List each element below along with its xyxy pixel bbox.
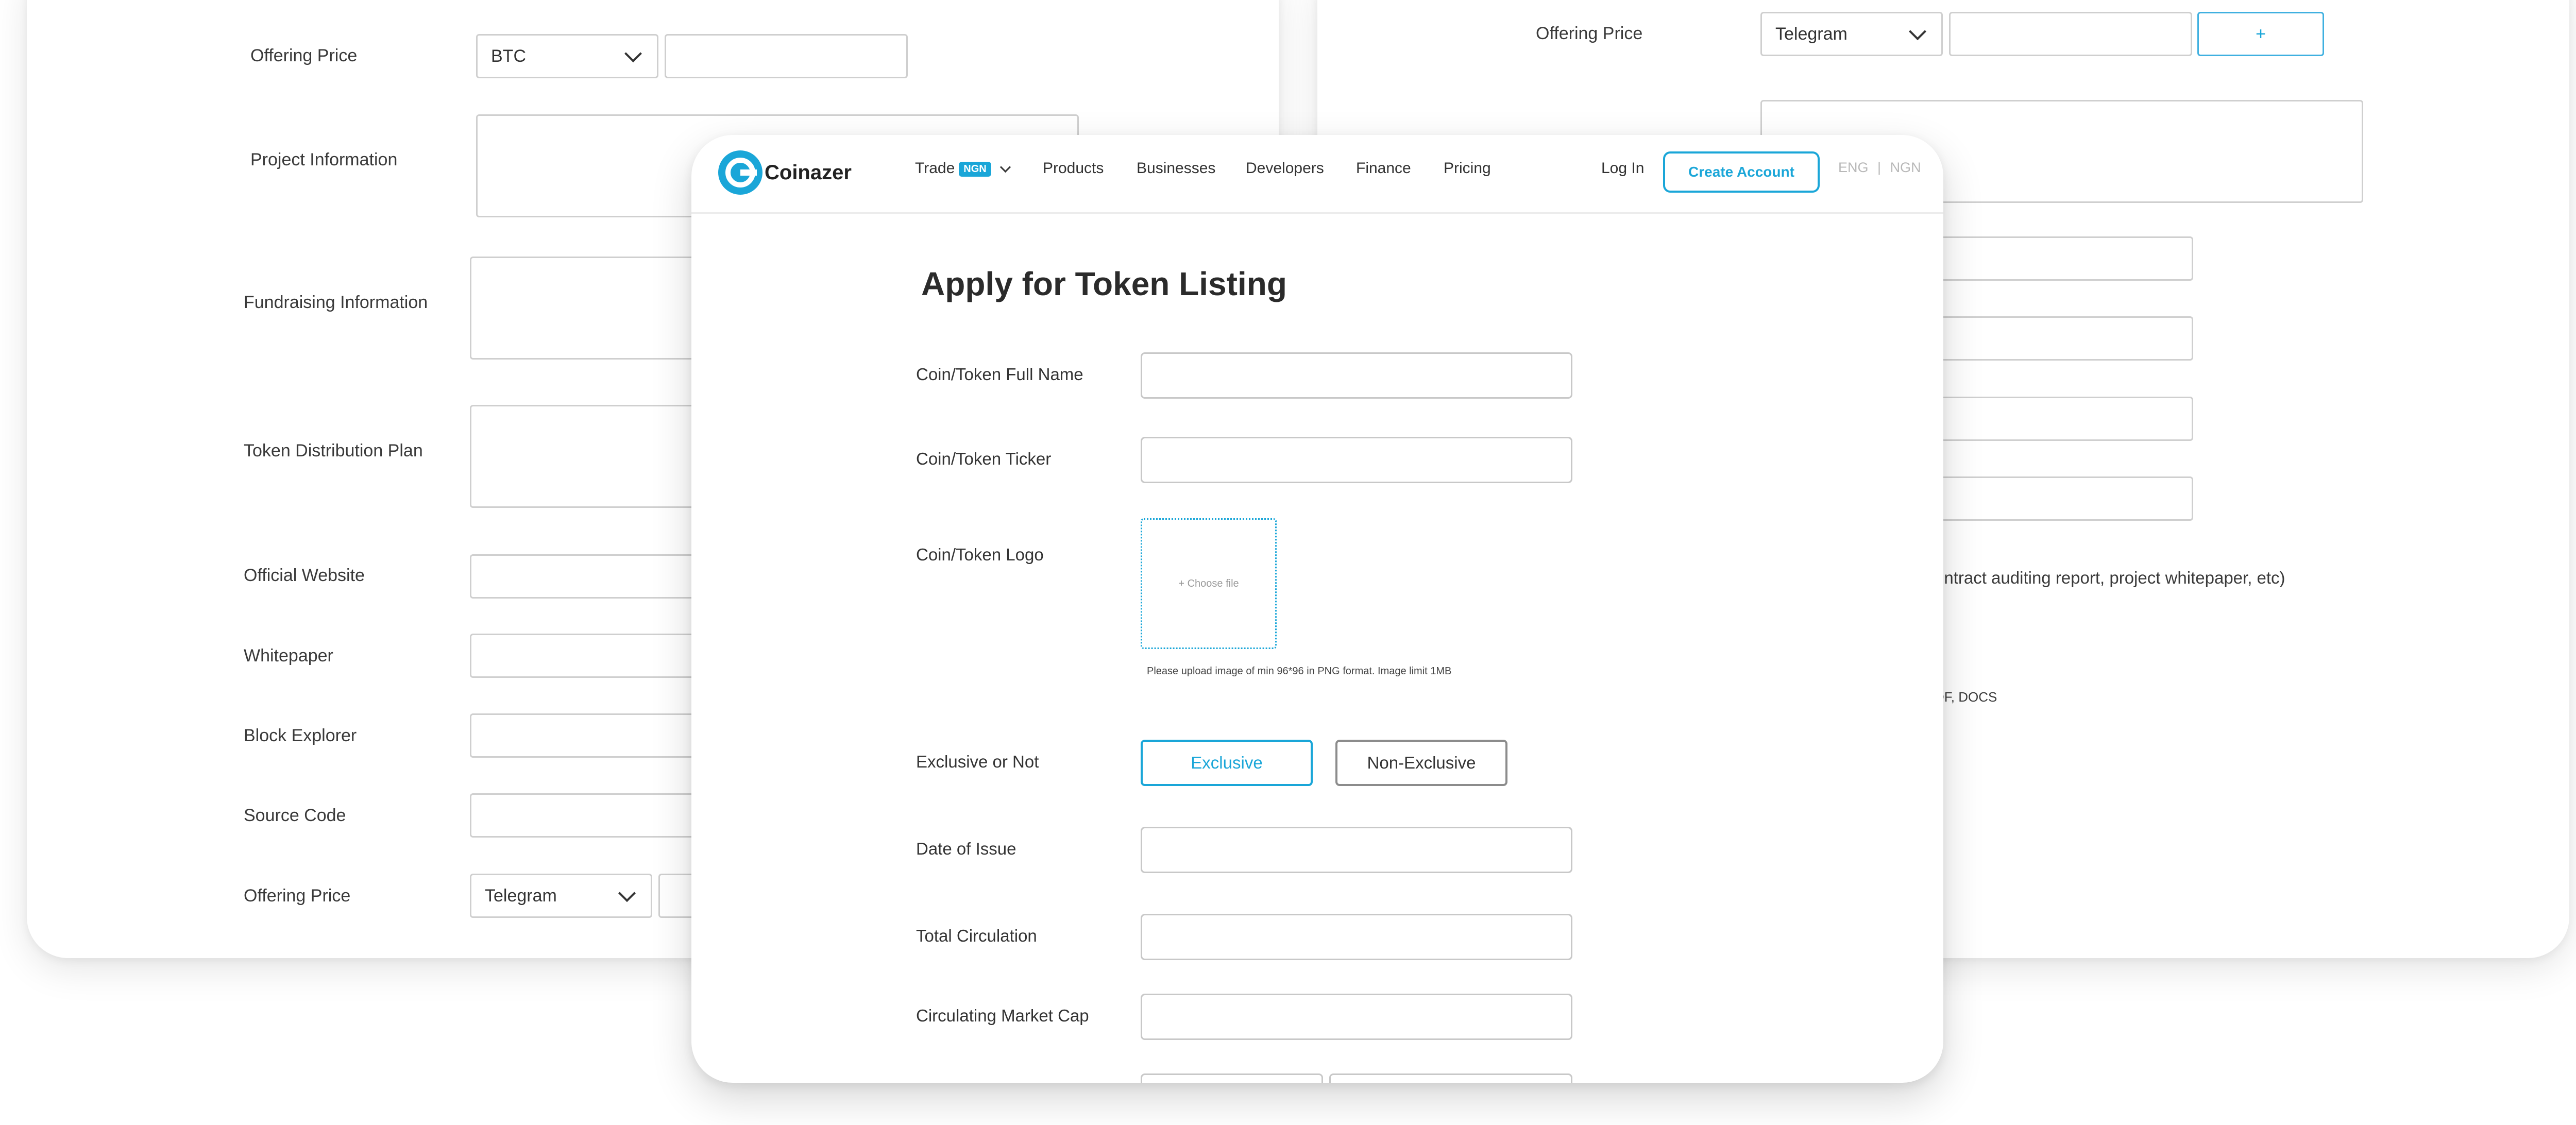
total-circulation-label: Total Circulation [916,926,1037,945]
source-code-label: Source Code [244,806,346,825]
trade-currency-badge: NGN [959,161,991,177]
top-navigation: Coinazer Trade NGN Products Businesses De… [691,135,1943,214]
total-circulation-input[interactable] [1141,914,1572,960]
whitepaper-label: Whitepaper [244,646,333,666]
page-title: Apply for Token Listing [921,265,1287,302]
date-of-issue-label: Date of Issue [916,839,1016,858]
social-select[interactable]: Telegram [1760,12,1943,56]
offering-price-bottom-label: Offering Price [244,886,351,906]
add-social-button[interactable]: + [2197,12,2324,56]
nav-developers[interactable]: Developers [1246,160,1324,177]
logo-upload-dropzone[interactable]: + Choose file [1141,518,1277,649]
chevron-down-icon [1909,23,1926,41]
logo-text: Coinazer [765,161,852,184]
accepted-formats: DF, DOCS [1935,689,1997,705]
market-cap-input[interactable] [1141,994,1572,1040]
ticker-input[interactable] [1141,437,1572,483]
ticker-label: Coin/Token Ticker [916,449,1052,468]
social-handle-input[interactable] [1949,12,2192,56]
full-name-input[interactable] [1141,352,1572,399]
offering-price-label: Offering Price [250,46,358,65]
language-selector[interactable]: ENG | NGN [1838,160,1921,176]
nav-trade[interactable]: Trade NGN [915,160,1011,177]
token-listing-window: Coinazer Trade NGN Products Businesses De… [691,135,1943,1083]
nav-products[interactable]: Products [1043,160,1104,177]
date-of-issue-input[interactable] [1141,827,1572,873]
price-currency-select[interactable] [1141,1073,1323,1083]
block-explorer-label: Block Explorer [244,726,357,745]
logo[interactable]: Coinazer [718,150,852,195]
chevron-down-icon [618,884,636,902]
chevron-down-icon [624,45,642,63]
full-name-label: Coin/Token Full Name [916,365,1083,384]
logo-label: Coin/Token Logo [916,545,1044,564]
create-account-button[interactable]: Create Account [1663,151,1820,193]
offering-price-input[interactable] [665,34,908,78]
login-link[interactable]: Log In [1601,160,1644,177]
fundraising-information-label: Fundraising Information [244,293,428,312]
exclusive-label: Exclusive or Not [916,752,1039,771]
official-website-label: Official Website [244,566,365,585]
token-distribution-plan-label: Token Distribution Plan [244,441,423,461]
project-information-label: Project Information [250,150,398,169]
market-cap-label: Circulating Market Cap [916,1006,1089,1025]
coinazer-logo-icon [718,150,762,195]
offering-price-label: Offering Price [1536,24,1643,43]
choose-file-text: + Choose file [1178,577,1239,589]
currency-select[interactable]: BTC [476,34,658,78]
documents-description: ontract auditing report, project whitepa… [1935,568,2285,587]
upload-hint: Please upload image of min 96*96 in PNG … [1147,666,1452,677]
price-amount-input[interactable] [1329,1073,1572,1083]
social-select[interactable]: Telegram [470,874,652,918]
nav-pricing[interactable]: Pricing [1444,160,1491,177]
nav-businesses[interactable]: Businesses [1137,160,1215,177]
nav-finance[interactable]: Finance [1356,160,1411,177]
chevron-down-icon [999,161,1011,173]
exclusive-option[interactable]: Exclusive [1141,740,1313,786]
non-exclusive-option[interactable]: Non-Exclusive [1335,740,1507,786]
